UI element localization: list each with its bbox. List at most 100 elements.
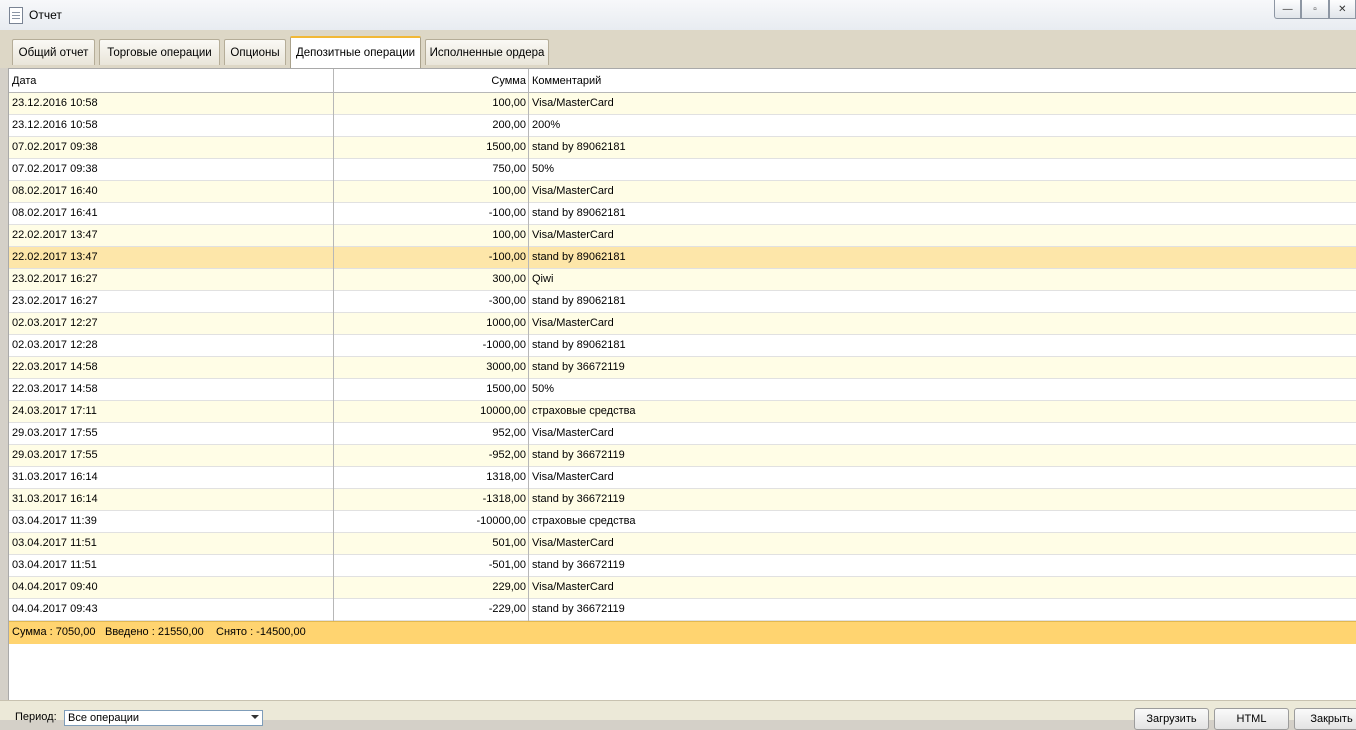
bottom-toolbar: Период: Все операции Загрузить HTML Закр… — [0, 700, 1356, 730]
cell-date: 23.02.2017 16:27 — [12, 295, 98, 307]
cell-date: 03.04.2017 11:39 — [12, 515, 97, 527]
table-row[interactable]: 29.03.2017 17:55 952,00 Visa/MasterCard — [9, 423, 1356, 445]
cell-date: 22.03.2017 14:58 — [12, 361, 98, 373]
cell-sum: -229,00 — [488, 603, 526, 615]
cell-date: 31.03.2017 16:14 — [12, 471, 98, 483]
cell-comment: Visa/MasterCard — [532, 581, 614, 593]
tab-executed-orders[interactable]: Исполненные ордера — [425, 39, 549, 65]
cell-comment: stand by 36672119 — [532, 603, 625, 615]
column-header-date[interactable]: Дата — [12, 69, 332, 92]
table-row[interactable]: 22.03.2017 14:58 3000,00 stand by 36672119 — [9, 357, 1356, 379]
cell-sum: 10000,00 — [480, 405, 526, 417]
cell-sum: 100,00 — [492, 229, 526, 241]
cell-sum: -1318,00 — [482, 493, 526, 505]
table-row[interactable]: 08.02.2017 16:40 100,00 Visa/MasterCard — [9, 181, 1356, 203]
cell-comment: stand by 89062181 — [532, 207, 626, 219]
cell-date: 07.02.2017 09:38 — [12, 141, 98, 153]
table-row[interactable]: 04.04.2017 09:43 -229,00 stand by 36672119 — [9, 599, 1356, 621]
period-label: Период: — [15, 711, 57, 723]
cell-date: 08.02.2017 16:41 — [12, 207, 98, 219]
table-row[interactable]: 07.02.2017 09:38 1500,00 stand by 89062181 — [9, 137, 1356, 159]
table-row[interactable]: 03.04.2017 11:39 -10000,00 страховые средс… — [9, 511, 1356, 533]
column-header-sum[interactable]: Сумма — [334, 69, 526, 92]
table-row[interactable]: 29.03.2017 17:55 -952,00 stand by 36672119 — [9, 445, 1356, 467]
table-row[interactable]: 31.03.2017 16:14 -1318,00 stand by 3667211… — [9, 489, 1356, 511]
table-row[interactable]: 03.04.2017 11:51 501,00 Visa/MasterCard — [9, 533, 1356, 555]
table-header: Дата Сумма Комментарий — [9, 69, 1356, 93]
cell-date: 23.12.2016 10:58 — [12, 97, 98, 109]
window-controls: — ▫ ✕ — [1274, 0, 1356, 20]
cell-sum: 100,00 — [492, 185, 526, 197]
minimize-icon[interactable]: — — [1274, 0, 1302, 19]
cell-date: 02.03.2017 12:27 — [12, 317, 98, 329]
cell-comment: Visa/MasterCard — [532, 229, 614, 241]
cell-sum: 1000,00 — [486, 317, 526, 329]
tab-strip: Общий отчет Торговые операции Опционы Де… — [0, 30, 1356, 68]
cell-sum: 300,00 — [492, 273, 526, 285]
period-select-value: Все операции — [68, 712, 140, 724]
cell-sum: -501,00 — [488, 559, 526, 571]
cell-sum: 952,00 — [492, 427, 526, 439]
table-row[interactable]: 07.02.2017 09:38 750,00 50% — [9, 159, 1356, 181]
cell-sum: 3000,00 — [486, 361, 526, 373]
cell-sum: 501,00 — [492, 537, 526, 549]
close-icon[interactable]: ✕ — [1328, 0, 1356, 19]
table-row[interactable]: 23.12.2016 10:58 100,00 Visa/MasterCard — [9, 93, 1356, 115]
table-row[interactable]: 03.04.2017 11:51 -501,00 stand by 36672119 — [9, 555, 1356, 577]
table-row[interactable]: 02.03.2017 12:27 1000,00 Visa/MasterCard — [9, 313, 1356, 335]
cell-comment: Visa/MasterCard — [532, 427, 614, 439]
table-row[interactable]: 22.03.2017 14:58 1500,00 50% — [9, 379, 1356, 401]
tab-general-report[interactable]: Общий отчет — [12, 39, 95, 65]
cell-date: 31.03.2017 16:14 — [12, 493, 98, 505]
cell-comment: stand by 89062181 — [532, 295, 626, 307]
table-row[interactable]: 31.03.2017 16:14 1318,00 Visa/MasterCard — [9, 467, 1356, 489]
cell-comment: stand by 89062181 — [532, 339, 626, 351]
cell-date: 22.02.2017 13:47 — [12, 229, 98, 241]
table-row[interactable]: 08.02.2017 16:41 -100,00 stand by 89062181 — [9, 203, 1356, 225]
period-select[interactable]: Все операции — [64, 710, 263, 726]
tab-options[interactable]: Опционы — [224, 39, 286, 65]
cell-sum: -300,00 — [488, 295, 526, 307]
cell-sum: 100,00 — [492, 97, 526, 109]
cell-comment: Visa/MasterCard — [532, 97, 614, 109]
window-title: Отчет — [29, 8, 62, 22]
cell-sum: -100,00 — [488, 251, 526, 263]
cell-sum: 750,00 — [492, 163, 526, 175]
cell-date: 23.02.2017 16:27 — [12, 273, 98, 285]
table-row[interactable]: 04.04.2017 09:40 229,00 Visa/MasterCard — [9, 577, 1356, 599]
cell-comment: stand by 89062181 — [532, 251, 626, 263]
cell-date: 22.03.2017 14:58 — [12, 383, 98, 395]
tab-deposit-operations[interactable]: Депозитные операции — [290, 36, 421, 68]
table-row[interactable]: 24.03.2017 17:11 10000,00 страховые средст… — [9, 401, 1356, 423]
cell-comment: Visa/MasterCard — [532, 317, 614, 329]
cell-date: 03.04.2017 11:51 — [12, 537, 97, 549]
cell-sum: 1500,00 — [486, 383, 526, 395]
cell-date: 03.04.2017 11:51 — [12, 559, 97, 571]
maximize-icon[interactable]: ▫ — [1301, 0, 1329, 19]
load-button[interactable]: Загрузить — [1134, 708, 1209, 730]
cell-comment: stand by 89062181 — [532, 141, 626, 153]
html-button[interactable]: HTML — [1214, 708, 1289, 730]
table-row[interactable]: 22.02.2017 13:47 100,00 Visa/MasterCard — [9, 225, 1356, 247]
table-footer-totals: Сумма : 7050,00 Введено : 21550,00 Снято… — [9, 621, 1356, 644]
cell-date: 04.04.2017 09:43 — [12, 603, 98, 615]
table-row[interactable]: 23.12.2016 10:58 200,00 200% — [9, 115, 1356, 137]
close-button[interactable]: Закрыть — [1294, 708, 1356, 730]
table-row[interactable]: 23.02.2017 16:27 -300,00 stand by 89062181 — [9, 291, 1356, 313]
table-row[interactable]: 02.03.2017 12:28 -1000,00 stand by 8906218… — [9, 335, 1356, 357]
cell-sum: 200,00 — [492, 119, 526, 131]
cell-comment: stand by 36672119 — [532, 493, 625, 505]
total-sum: Сумма : 7050,00 — [12, 626, 96, 638]
column-header-comment[interactable]: Комментарий — [532, 69, 1352, 92]
cell-comment: Visa/MasterCard — [532, 471, 614, 483]
column-divider — [528, 69, 529, 621]
cell-date: 04.04.2017 09:40 — [12, 581, 98, 593]
withdrawn-sum: Снято : -14500,00 — [216, 626, 306, 638]
table-row[interactable]: 23.02.2017 16:27 300,00 Qiwi — [9, 269, 1356, 291]
tab-trading-operations[interactable]: Торговые операции — [99, 39, 220, 65]
cell-sum: 1318,00 — [486, 471, 526, 483]
cell-sum: 229,00 — [492, 581, 526, 593]
cell-comment: 50% — [532, 163, 555, 175]
table-row[interactable]: 22.02.2017 13:47 -100,00 stand by 89062181 — [9, 247, 1356, 269]
cell-comment: stand by 36672119 — [532, 449, 625, 461]
